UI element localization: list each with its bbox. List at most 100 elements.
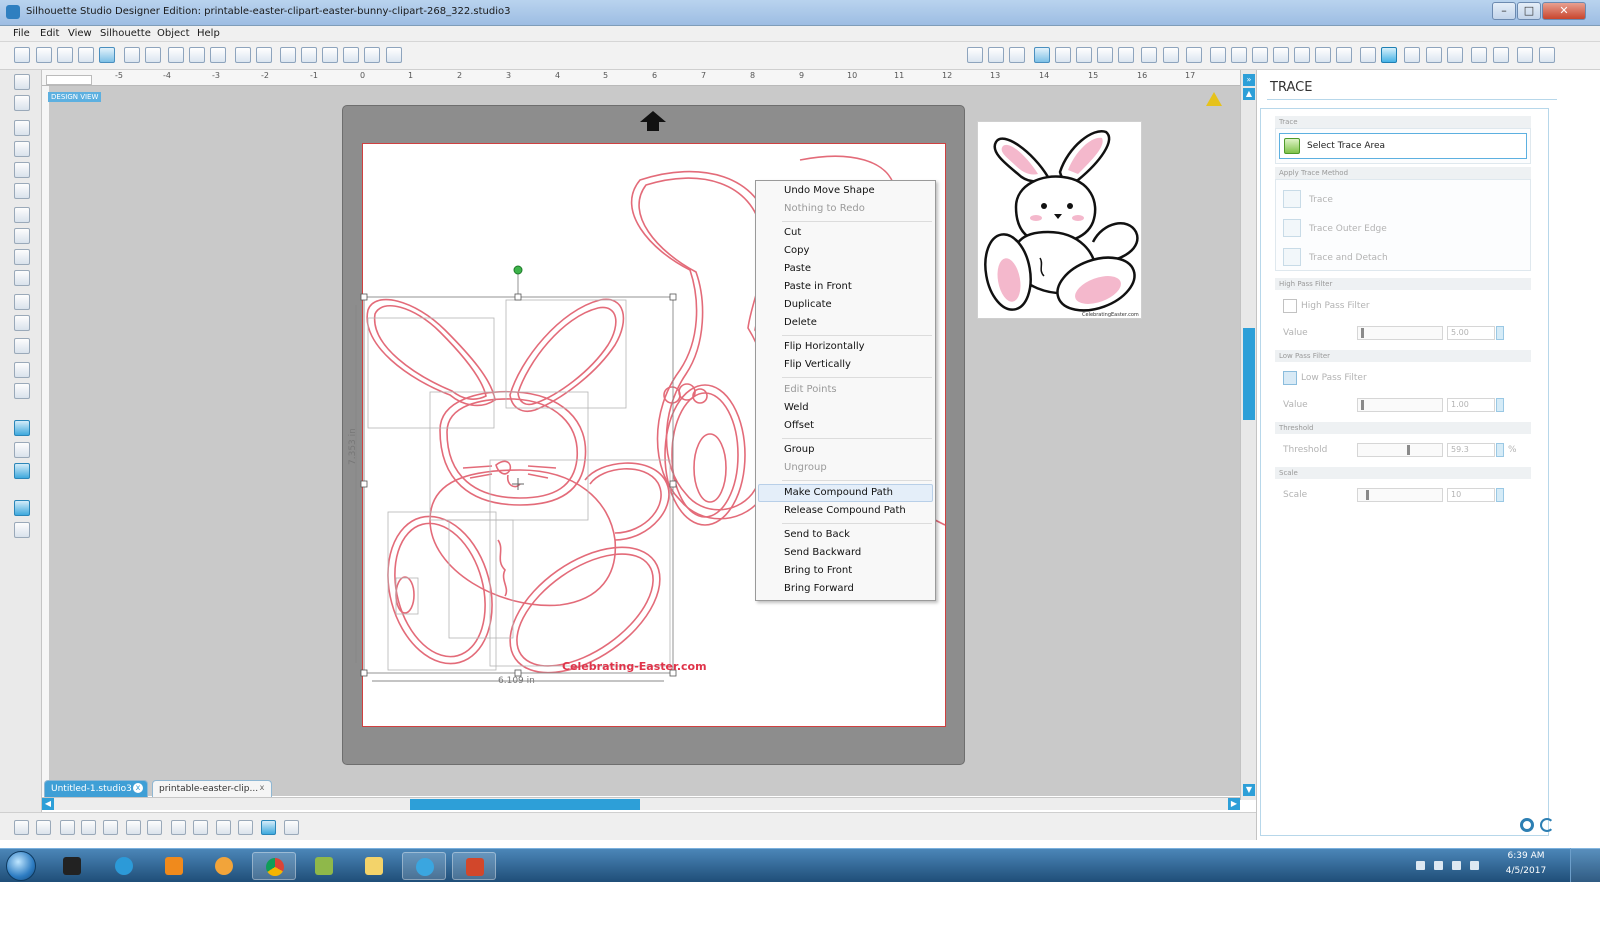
ungroup-icon[interactable] xyxy=(81,820,96,835)
deselect-icon[interactable] xyxy=(36,820,51,835)
menu-item-release-compound-path[interactable]: Release Compound Path xyxy=(784,505,906,516)
volume-icon[interactable] xyxy=(1470,861,1479,870)
high-pass-value-input[interactable]: 5.00 xyxy=(1447,326,1495,340)
section-apply-header: Apply Trace Method xyxy=(1275,167,1531,179)
menu-item-copy[interactable]: Copy xyxy=(784,245,809,256)
menu-item-group[interactable]: Group xyxy=(784,444,814,455)
slider-knob[interactable] xyxy=(1361,328,1364,338)
show-desktop-button[interactable] xyxy=(1570,848,1600,882)
menu-item-duplicate[interactable]: Duplicate xyxy=(784,299,832,310)
silhouette-studio-icon xyxy=(416,858,434,876)
scroll-left-icon[interactable]: ◀ xyxy=(42,798,54,810)
low-pass-slider[interactable] xyxy=(1357,398,1443,412)
slider-knob[interactable] xyxy=(1361,400,1364,410)
menu-item-bring-forward[interactable]: Bring Forward xyxy=(784,583,854,594)
taskbar-app-x-icon[interactable] xyxy=(302,852,346,880)
menu-item-flip-vertically[interactable]: Flip Vertically xyxy=(784,359,851,370)
menu-item-delete[interactable]: Delete xyxy=(784,317,817,328)
high-pass-slider[interactable] xyxy=(1357,326,1443,340)
menu-item-undo-move-shape[interactable]: Undo Move Shape xyxy=(784,185,875,196)
high-pass-spinner[interactable] xyxy=(1496,326,1504,340)
scroll-down-icon[interactable]: ▼ xyxy=(1243,784,1255,796)
threshold-slider[interactable] xyxy=(1357,443,1443,457)
tab-untitled-1[interactable]: Untitled-1.studio3 x xyxy=(44,780,148,797)
menu-item-weld[interactable]: Weld xyxy=(784,402,809,413)
taskbar-powerpoint-icon[interactable] xyxy=(452,852,496,880)
menu-item-cut[interactable]: Cut xyxy=(784,227,801,238)
taskbar-vlc-icon[interactable] xyxy=(152,852,196,880)
select-all-icon[interactable] xyxy=(14,820,29,835)
menu-item-bring-to-front[interactable]: Bring to Front xyxy=(784,565,852,576)
menu-item-send-backward[interactable]: Send Backward xyxy=(784,547,861,558)
menu-item-paste-in-front[interactable]: Paste in Front xyxy=(784,281,852,292)
menu-item-send-to-back[interactable]: Send to Back xyxy=(784,529,850,540)
shadow-small-icon[interactable] xyxy=(238,820,253,835)
delete-icon[interactable] xyxy=(147,820,162,835)
clock-time[interactable]: 6:39 AM xyxy=(1500,851,1552,861)
section-low-pass-header: Low Pass Filter xyxy=(1275,350,1531,362)
panel-settings-gear-icon[interactable] xyxy=(1520,818,1534,832)
panel-refresh-icon[interactable] xyxy=(1540,818,1554,832)
low-pass-value-label: Value xyxy=(1283,400,1308,410)
trace-button[interactable]: Trace xyxy=(1309,195,1333,205)
network-icon[interactable] xyxy=(1452,861,1461,870)
threshold-value-input[interactable]: 59.3 xyxy=(1447,443,1495,457)
taskbar-media-player-icon[interactable] xyxy=(202,852,246,880)
group-icon[interactable] xyxy=(60,820,75,835)
replicate-small-icon[interactable] xyxy=(216,820,231,835)
menu-item-offset[interactable]: Offset xyxy=(784,420,814,431)
action-center-icon[interactable] xyxy=(1434,861,1443,870)
taskbar-silhouette-studio-icon[interactable] xyxy=(402,852,446,880)
vertical-scrollbar[interactable]: » ▲ ▼ xyxy=(1240,70,1256,800)
watermark-text: Celebrating-Easter.com xyxy=(562,660,707,673)
menu-item-make-compound-path[interactable]: Make Compound Path xyxy=(784,487,893,498)
menu-item-flip-horizontally[interactable]: Flip Horizontally xyxy=(784,341,865,352)
release-compound-icon[interactable] xyxy=(126,820,141,835)
reference-image-thumbnail[interactable] xyxy=(977,121,1142,319)
low-pass-spinner[interactable] xyxy=(1496,398,1504,412)
slider-knob[interactable] xyxy=(1366,490,1369,500)
high-pass-filter-checkbox[interactable] xyxy=(1283,299,1297,313)
clock-date[interactable]: 4/5/2017 xyxy=(1500,866,1552,876)
tab-close-icon[interactable]: x xyxy=(257,783,267,793)
horizontal-scrollbar[interactable]: ◀ ▶ xyxy=(42,797,1240,810)
scroll-up-icon[interactable]: ▲ xyxy=(1243,88,1255,100)
tab-printable-easter-clipart[interactable]: printable-easter-clip... x xyxy=(152,780,272,797)
vertical-scroll-thumb[interactable] xyxy=(1243,328,1255,420)
low-pass-filter-label: Low Pass Filter xyxy=(1301,373,1367,383)
selection-height-label: 7.353 in xyxy=(348,428,358,465)
tab-close-icon[interactable]: x xyxy=(133,783,143,793)
taskbar-internet-explorer-icon[interactable] xyxy=(102,852,146,880)
scale-spinner[interactable] xyxy=(1496,488,1504,502)
menu-separator xyxy=(782,438,932,439)
offset-small-icon[interactable] xyxy=(193,820,208,835)
windows-start-icon[interactable] xyxy=(6,851,36,881)
menu-item-paste[interactable]: Paste xyxy=(784,263,811,274)
compound-path-icon[interactable] xyxy=(103,820,118,835)
taskbar-windows-media-icon[interactable] xyxy=(50,852,94,880)
taskbar-file-explorer-icon[interactable] xyxy=(352,852,396,880)
tray-arrow-icon[interactable] xyxy=(1416,861,1425,870)
scroll-right-icon[interactable]: ▶ xyxy=(1228,798,1240,810)
weld-icon[interactable] xyxy=(171,820,186,835)
taskbar-chrome-icon[interactable] xyxy=(252,852,296,880)
powerpoint-icon xyxy=(466,858,484,876)
scale-slider[interactable] xyxy=(1357,488,1443,502)
trace-title-underline xyxy=(1267,99,1557,100)
trace-and-detach-button[interactable]: Trace and Detach xyxy=(1309,253,1388,263)
low-pass-value-input[interactable]: 1.00 xyxy=(1447,398,1495,412)
horizontal-scroll-thumb[interactable] xyxy=(410,799,640,810)
trace-outer-edge-button[interactable]: Trace Outer Edge xyxy=(1309,224,1387,234)
scale-value-input[interactable]: 10 xyxy=(1447,488,1495,502)
slider-knob[interactable] xyxy=(1407,445,1410,455)
trace-small-icon[interactable] xyxy=(261,820,276,835)
threshold-spinner[interactable] xyxy=(1496,443,1504,457)
panel-expand-icon[interactable]: » xyxy=(1243,74,1255,86)
section-trace-header: Trace xyxy=(1275,116,1531,128)
chrome-icon xyxy=(266,858,284,876)
select-trace-area-button[interactable]: Select Trace Area xyxy=(1279,133,1527,159)
knife-small-icon[interactable] xyxy=(284,820,299,835)
section-threshold-header: Threshold xyxy=(1275,422,1531,434)
menu-separator xyxy=(782,335,932,336)
low-pass-filter-checkbox[interactable] xyxy=(1283,371,1297,385)
